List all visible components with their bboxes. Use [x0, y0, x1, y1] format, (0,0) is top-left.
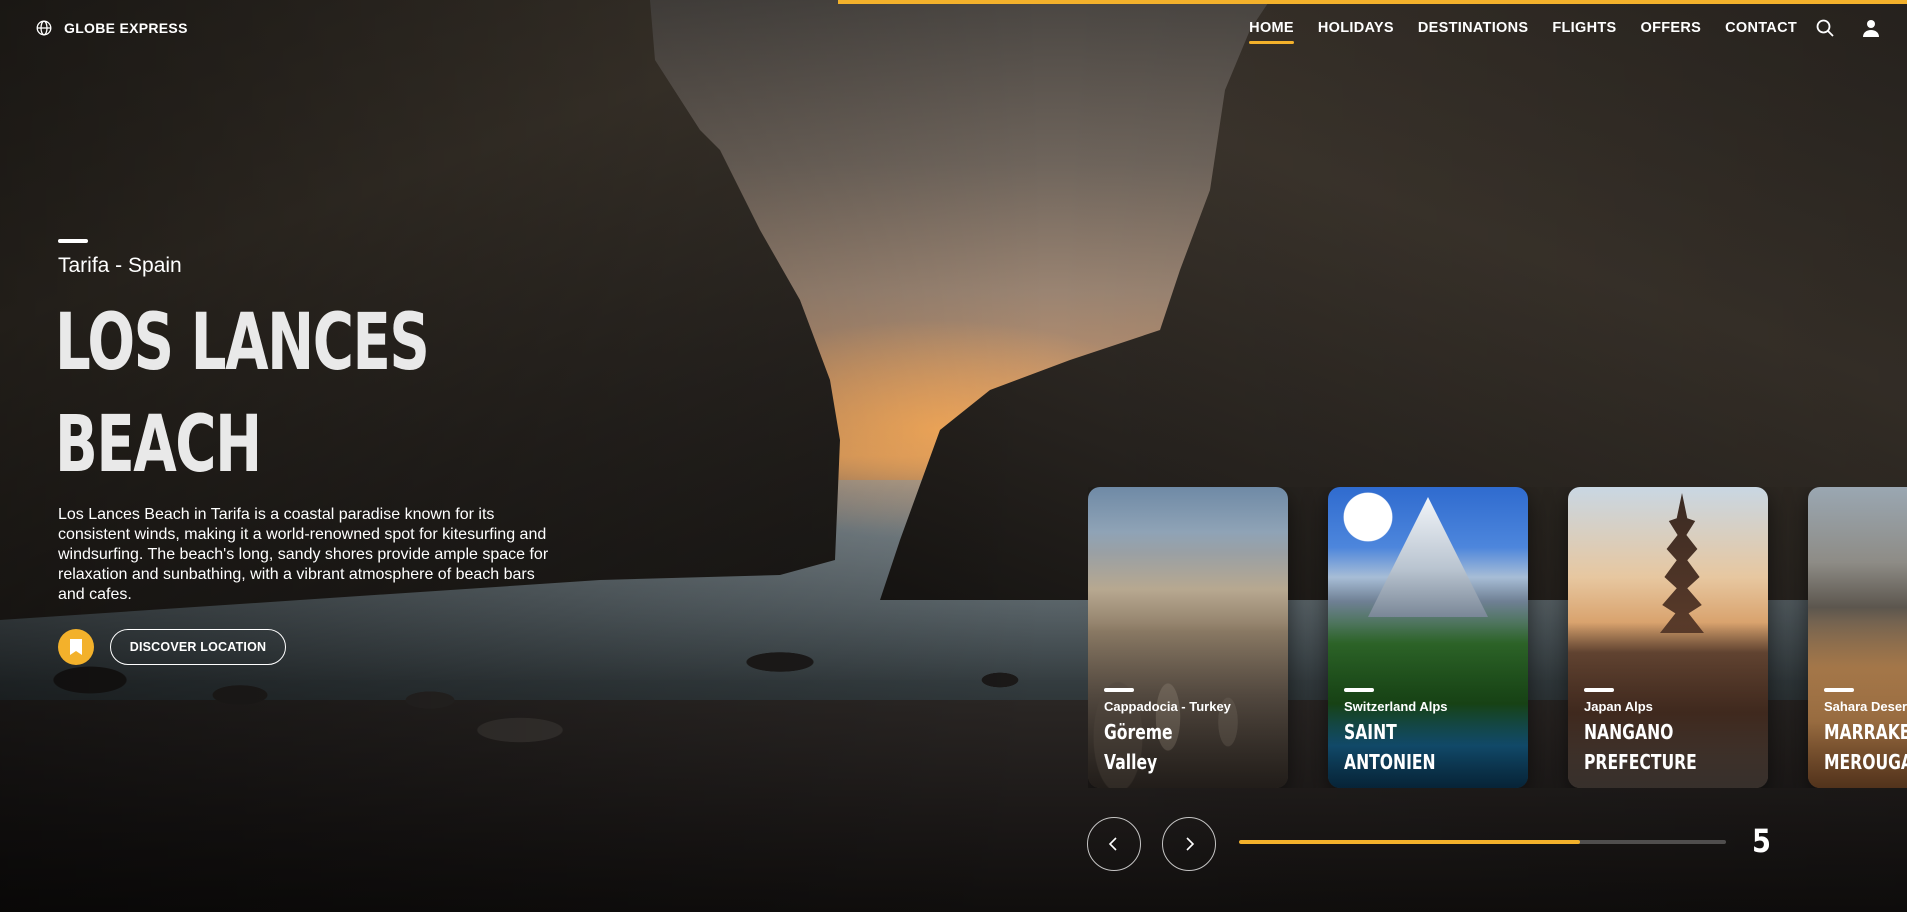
card-dash	[1584, 688, 1614, 692]
destination-cards: Cappadocia - Turkey Göreme Valley Switze…	[1088, 487, 1907, 788]
card-title-line1: SAINT	[1344, 720, 1397, 744]
hero-location: Tarifa - Spain	[58, 254, 182, 277]
card-subtitle: Switzerland Alps	[1344, 699, 1448, 714]
card-marrakech[interactable]: Sahara Desert - Morocco MARRAKECH MEROUG…	[1808, 487, 1907, 788]
card-title: SAINT ANTONIEN	[1344, 717, 1436, 777]
slider-progress-track	[1239, 840, 1726, 844]
card-title-line2: MEROUGA	[1824, 750, 1907, 774]
prev-slide-button[interactable]	[1087, 817, 1141, 871]
card-dash	[1824, 688, 1854, 692]
slide-number: 5	[1752, 822, 1771, 860]
next-slide-button[interactable]	[1162, 817, 1216, 871]
hero-title: LOS LANCES BEACH	[55, 292, 430, 496]
card-title: NANGANO PREFECTURE	[1584, 717, 1697, 777]
hero-title-line1: LOS LANCES	[55, 298, 430, 388]
hero-description: Los Lances Beach in Tarifa is a coastal …	[58, 506, 549, 603]
nav-holidays[interactable]: HOLIDAYS	[1318, 20, 1394, 44]
brand-name: GLOBE EXPRESS	[64, 20, 188, 36]
nav-icons	[1815, 18, 1881, 38]
card-title-line2: PREFECTURE	[1584, 750, 1697, 774]
nav-destinations[interactable]: DESTINATIONS	[1418, 20, 1528, 44]
card-dash	[1104, 688, 1134, 692]
card-title-line2: ANTONIEN	[1344, 750, 1436, 774]
nav-offers[interactable]: OFFERS	[1640, 20, 1701, 44]
card-subtitle: Japan Alps	[1584, 699, 1653, 714]
card-title: MARRAKECH MEROUGA	[1824, 717, 1907, 777]
main-nav: HOME HOLIDAYS DESTINATIONS FLIGHTS OFFER…	[1249, 20, 1797, 44]
search-icon[interactable]	[1815, 18, 1835, 38]
user-icon[interactable]	[1861, 18, 1881, 38]
card-dash	[1344, 688, 1374, 692]
chevron-right-icon	[1186, 837, 1195, 851]
bookmark-icon	[70, 639, 82, 655]
card-title-line1: NANGANO	[1584, 720, 1674, 744]
brand-logo[interactable]: GLOBE EXPRESS	[36, 20, 188, 36]
card-subtitle: Sahara Desert - Morocco	[1824, 699, 1907, 714]
card-title-line1: Göreme	[1104, 720, 1173, 744]
card-nangano[interactable]: Japan Alps NANGANO PREFECTURE	[1568, 487, 1768, 788]
discover-location-button[interactable]: DISCOVER LOCATION	[110, 629, 286, 665]
nav-flights[interactable]: FLIGHTS	[1552, 20, 1616, 44]
chevron-left-icon	[1108, 837, 1117, 851]
card-saint-antonien[interactable]: Switzerland Alps SAINT ANTONIEN	[1328, 487, 1528, 788]
bookmark-button[interactable]	[58, 629, 94, 665]
nav-contact[interactable]: CONTACT	[1725, 20, 1797, 44]
hero-dash	[58, 239, 88, 243]
card-title: Göreme Valley	[1104, 717, 1173, 777]
hero-title-line2: BEACH	[55, 400, 262, 490]
slider-progress-fill	[1239, 840, 1580, 844]
card-subtitle: Cappadocia - Turkey	[1104, 699, 1231, 714]
card-goreme[interactable]: Cappadocia - Turkey Göreme Valley	[1088, 487, 1288, 788]
top-loading-bar	[838, 0, 1907, 4]
nav-home[interactable]: HOME	[1249, 20, 1294, 44]
globe-icon	[36, 20, 52, 36]
card-title-line1: MARRAKECH	[1824, 720, 1907, 744]
card-title-line2: Valley	[1104, 750, 1158, 774]
